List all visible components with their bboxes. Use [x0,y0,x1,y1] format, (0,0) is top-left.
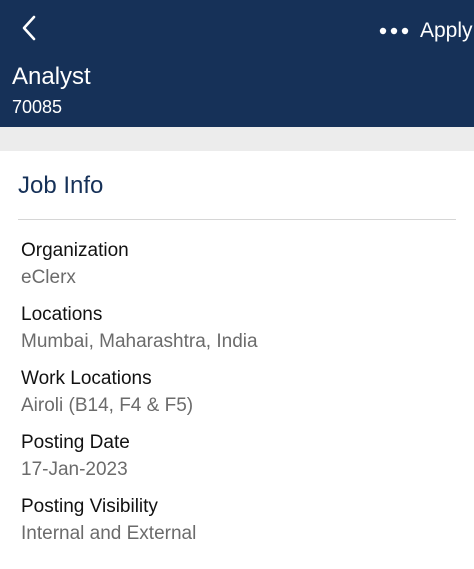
section-title: Job Info [18,172,104,199]
field-value: Airoli (B14, F4 & F5) [21,395,194,416]
more-options-button[interactable] [378,18,410,44]
back-button[interactable] [14,12,44,44]
field-posting-date: Posting Date 17-Jan-2023 [21,431,461,495]
job-title: Analyst [12,63,91,90]
more-horizontal-icon [379,27,409,35]
field-label: Organization [21,240,129,261]
field-value: eClerx [21,267,76,288]
field-value: Mumbai, Maharashtra, India [21,331,258,352]
field-label: Posting Visibility [21,496,158,517]
app-header: Apply Analyst 70085 [0,0,474,127]
field-label: Posting Date [21,432,130,453]
field-label: Work Locations [21,368,152,389]
field-posting-visibility: Posting Visibility Internal and External [21,495,461,559]
divider [18,219,456,220]
field-locations: Locations Mumbai, Maharashtra, India [21,303,461,367]
job-info-fields: Organization eClerx Locations Mumbai, Ma… [21,239,461,559]
field-work-locations: Work Locations Airoli (B14, F4 & F5) [21,367,461,431]
apply-button[interactable]: Apply [420,18,473,44]
field-value: 17-Jan-2023 [21,459,128,480]
section-spacer [0,127,474,151]
job-id: 70085 [12,97,63,117]
field-label: Locations [21,304,103,325]
field-value: Internal and External [21,523,197,544]
field-organization: Organization eClerx [21,239,461,303]
chevron-left-icon [22,15,36,41]
